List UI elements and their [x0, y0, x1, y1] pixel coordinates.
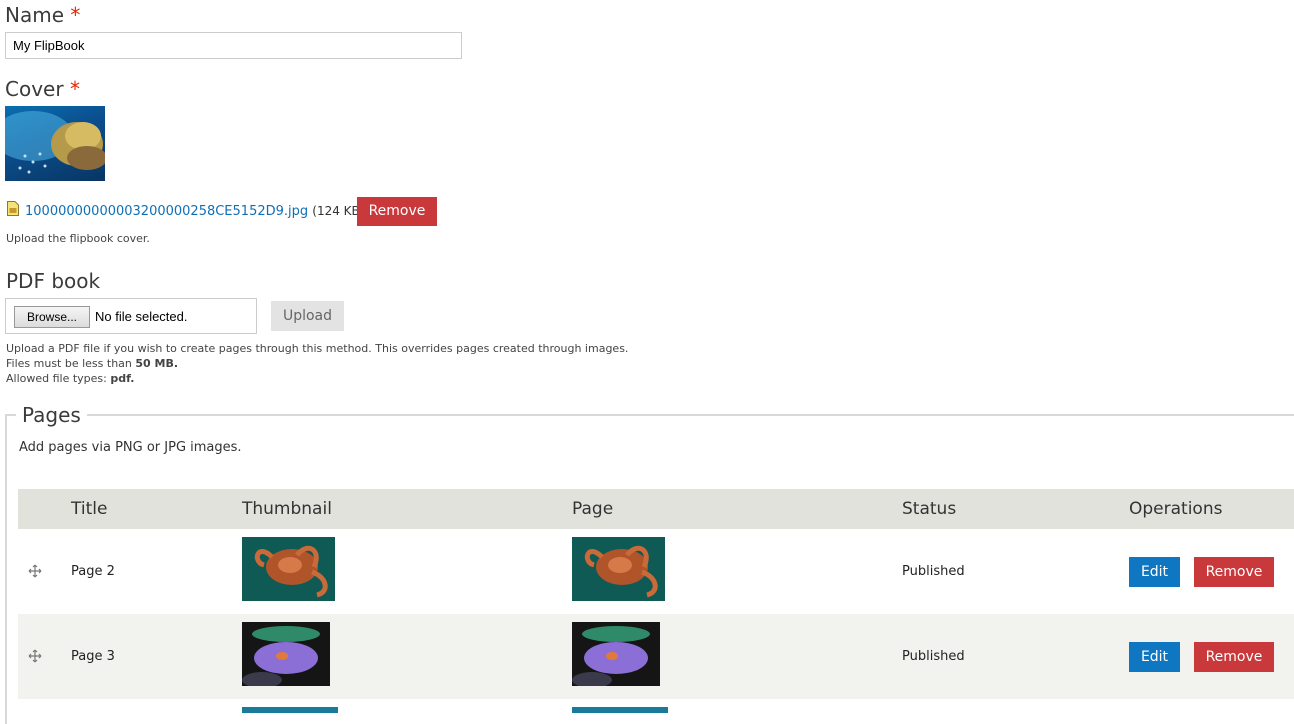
table-row: Page 3 Published Edit Remove [18, 614, 1294, 699]
row-status: Published [902, 564, 965, 579]
pdf-help-line-2: Files must be less than 50 MB. [6, 356, 628, 371]
name-input[interactable]: My FlipBook [5, 32, 462, 59]
row-title: Page 2 [71, 564, 115, 579]
remove-page-button[interactable]: Remove [1194, 557, 1274, 587]
column-thumbnail: Thumbnail [242, 499, 332, 519]
pdf-size-limit-value: 50 MB. [135, 357, 179, 370]
pdf-types-value: pdf. [110, 372, 135, 385]
pages-legend: Pages [16, 403, 87, 427]
pdf-file-picker: Browse... No file selected. [5, 298, 257, 334]
cover-label: Cover * [5, 77, 80, 101]
pdf-help-line-1: Upload a PDF file if you wish to create … [6, 342, 629, 355]
browse-button[interactable]: Browse... [14, 306, 90, 328]
move-handle-icon[interactable] [28, 563, 42, 578]
thumbnail-image [242, 622, 330, 686]
pdf-help-line-3: Allowed file types: pdf. [6, 371, 628, 386]
column-title: Title [71, 499, 108, 519]
move-handle-icon[interactable] [28, 648, 42, 663]
name-label-text: Name [5, 3, 65, 27]
column-operations: Operations [1129, 499, 1223, 519]
pdf-help-text: Upload a PDF file if you wish to create … [6, 341, 628, 386]
cover-label-text: Cover [5, 77, 64, 101]
edit-button[interactable]: Edit [1129, 642, 1180, 672]
pdf-label: PDF book [6, 269, 101, 293]
pdf-size-limit-label: Files must be less than [6, 357, 136, 370]
column-page: Page [572, 499, 614, 519]
cover-preview-image [5, 106, 105, 181]
column-status: Status [902, 499, 957, 519]
table-row: Page 2 Published Edit Remove [18, 529, 1294, 614]
row-title: Page 3 [71, 649, 115, 664]
pages-table-header: Title Thumbnail Page Status Operations [18, 489, 1294, 529]
no-file-text: No file selected. [95, 309, 188, 324]
name-label: Name * [5, 3, 80, 27]
cover-file-row: 10000000000003200000258CE5152D9.jpg (124… [25, 204, 364, 219]
thumbnail-image [242, 707, 338, 713]
page-image [572, 622, 660, 686]
edit-button[interactable]: Edit [1129, 557, 1180, 587]
row-status: Published [902, 649, 965, 664]
thumbnail-image [242, 537, 335, 601]
upload-button[interactable]: Upload [271, 301, 344, 331]
pdf-types-label: Allowed file types: [6, 372, 111, 385]
image-file-icon [7, 201, 19, 216]
cover-help-text: Upload the flipbook cover. [6, 232, 150, 245]
remove-cover-button[interactable]: Remove [357, 197, 437, 226]
pages-intro: Add pages via PNG or JPG images. [19, 440, 242, 455]
remove-page-button[interactable]: Remove [1194, 642, 1274, 672]
required-mark: * [70, 3, 81, 27]
page-image [572, 537, 665, 601]
cover-file-link[interactable]: 10000000000003200000258CE5152D9.jpg [25, 204, 308, 219]
page-image [572, 707, 668, 713]
required-mark: * [69, 77, 80, 101]
